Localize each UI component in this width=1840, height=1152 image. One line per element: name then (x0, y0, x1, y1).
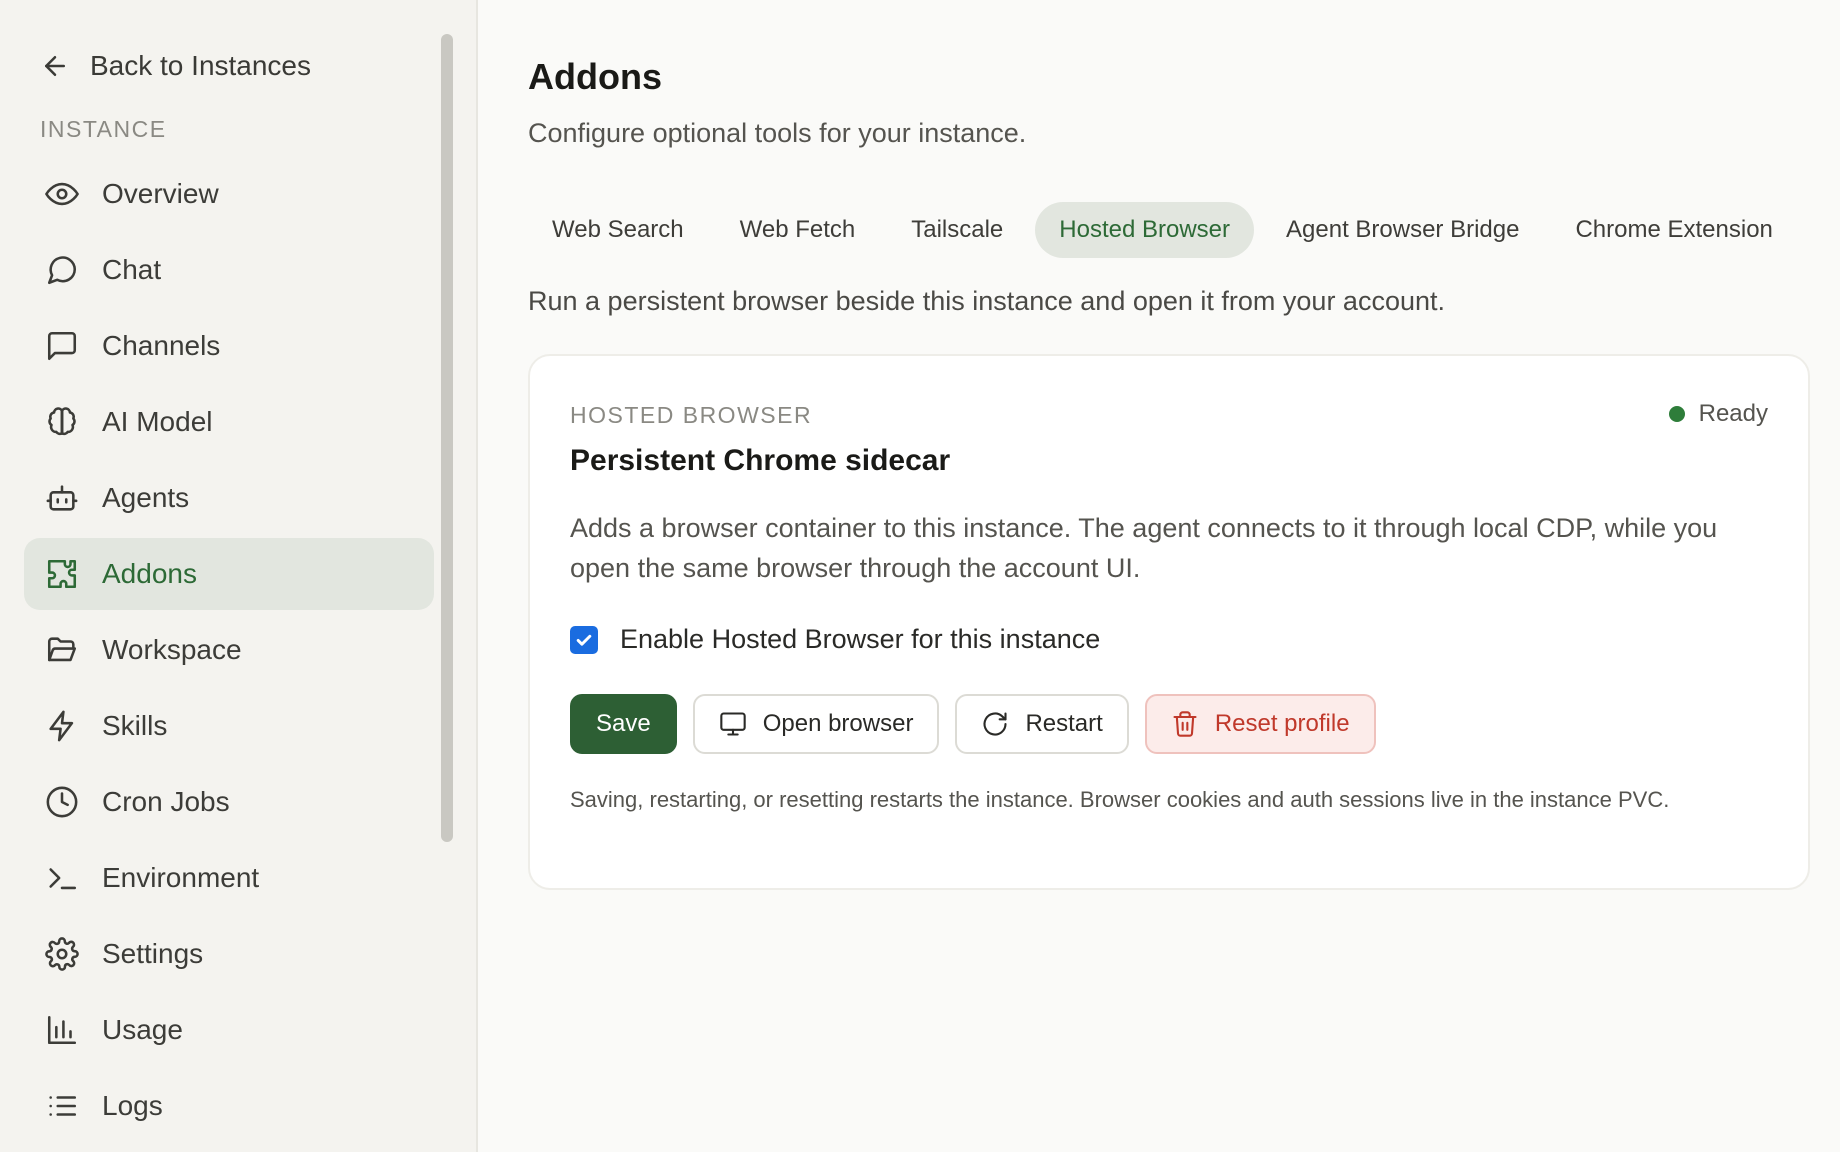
sidebar-item-label: AI Model (102, 406, 213, 437)
restart-button[interactable]: Restart (955, 694, 1129, 754)
card-title: Persistent Chrome sidecar (570, 444, 951, 477)
message-square-icon (44, 328, 80, 364)
checkmark-icon (576, 634, 592, 646)
hosted-browser-card: HOSTED BROWSER Ready Persistent Chrome s… (528, 354, 1810, 890)
sidebar-item-agents[interactable]: Agents (24, 462, 434, 534)
save-button[interactable]: Save (570, 694, 677, 754)
sidebar-item-label: Cron Jobs (102, 786, 230, 817)
sidebar-item-label: Logs (102, 1090, 163, 1121)
sidebar-item-label: Workspace (102, 634, 242, 665)
tab-agent-browser-bridge[interactable]: Agent Browser Bridge (1262, 202, 1543, 258)
sidebar-item-logs[interactable]: Logs (24, 1070, 434, 1142)
sidebar-item-channels[interactable]: Channels (24, 310, 434, 382)
save-button-label: Save (596, 710, 651, 737)
card-eyebrow: HOSTED BROWSER (570, 402, 813, 428)
sidebar-item-label: Agents (102, 482, 190, 513)
sidebar-item-label: Overview (102, 178, 219, 209)
enable-hosted-browser-row[interactable]: Enable Hosted Browser for this instance (570, 624, 1100, 655)
checkbox-label: Enable Hosted Browser for this instance (620, 624, 1101, 654)
page-title: Addons (528, 56, 662, 97)
gear-icon (44, 936, 80, 972)
sidebar-nav: Overview Chat Channels AI Model Agents A… (24, 158, 434, 1146)
sidebar-item-environment[interactable]: Environment (24, 842, 434, 914)
section-label: INSTANCE (40, 116, 167, 142)
back-to-instances-link[interactable]: Back to Instances (40, 46, 311, 86)
arrow-left-icon (45, 56, 65, 76)
terminal-icon (44, 860, 80, 896)
sidebar-item-addons[interactable]: Addons (24, 538, 434, 610)
trash-icon (1173, 711, 1197, 737)
bar-chart-icon (44, 1012, 80, 1048)
enable-hosted-browser-checkbox[interactable] (570, 625, 598, 654)
sidebar-item-skills[interactable]: Skills (24, 690, 434, 762)
restart-label: Restart (1025, 710, 1103, 737)
status-label: Ready (1698, 400, 1768, 427)
sidebar-item-settings[interactable]: Settings (24, 918, 434, 990)
tab-web-search[interactable]: Web Search (528, 202, 708, 258)
eye-icon (44, 176, 80, 212)
bot-icon (44, 480, 80, 516)
clock-icon (44, 784, 80, 820)
reset-profile-button[interactable]: Reset profile (1144, 694, 1376, 754)
tab-hosted-browser[interactable]: Hosted Browser (1035, 202, 1255, 258)
sidebar-scrollbar[interactable] (441, 34, 453, 842)
puzzle-icon (44, 556, 80, 592)
brain-icon (44, 404, 80, 440)
tab-tailscale[interactable]: Tailscale (887, 202, 1027, 258)
tab-chrome-extension[interactable]: Chrome Extension (1551, 202, 1796, 258)
sidebar-item-usage[interactable]: Usage (24, 994, 434, 1066)
page-subtitle: Configure optional tools for your instan… (528, 118, 1027, 148)
sidebar-item-label: Usage (102, 1014, 183, 1045)
sidebar-item-overview[interactable]: Overview (24, 158, 434, 230)
refresh-icon (983, 712, 1008, 736)
sidebar-item-cron-jobs[interactable]: Cron Jobs (24, 766, 434, 838)
sidebar-item-chat[interactable]: Chat (24, 234, 434, 306)
status-dot-icon (1668, 406, 1685, 422)
sidebar: Back to Instances INSTANCE Overview Chat… (0, 0, 478, 1152)
card-note: Saving, restarting, or resetting restart… (570, 787, 1670, 812)
back-link-label: Back to Instances (90, 50, 312, 81)
sidebar-item-workspace[interactable]: Workspace (24, 614, 434, 686)
sidebar-item-label: Settings (102, 938, 204, 969)
tab-web-fetch[interactable]: Web Fetch (716, 202, 880, 258)
sidebar-item-label: Addons (102, 558, 197, 589)
open-browser-button[interactable]: Open browser (692, 694, 940, 754)
chat-icon (44, 252, 80, 288)
tab-description: Run a persistent browser beside this ins… (528, 286, 1445, 316)
reset-profile-label: Reset profile (1214, 710, 1350, 737)
sidebar-item-label: Environment (102, 862, 260, 893)
sidebar-item-label: Skills (102, 710, 168, 741)
card-description: Adds a browser container to this instanc… (570, 513, 1718, 583)
folder-icon (44, 632, 80, 668)
open-browser-label: Open browser (762, 710, 914, 737)
action-buttons: Save Open browser Restart Reset profile (570, 694, 1376, 754)
lightning-icon (44, 708, 80, 744)
sidebar-item-label: Chat (102, 254, 162, 285)
addon-tabs: Web Search Web Fetch Tailscale Hosted Br… (528, 202, 1805, 258)
sidebar-item-ai-model[interactable]: AI Model (24, 386, 434, 458)
status-badge: Ready (1668, 400, 1768, 428)
sidebar-item-label: Channels (102, 330, 221, 361)
monitor-icon (719, 712, 746, 736)
list-icon (44, 1088, 80, 1124)
